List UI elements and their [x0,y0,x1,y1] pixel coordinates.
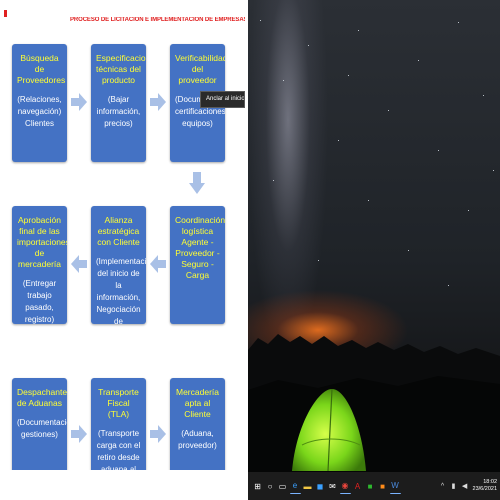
mountain-silhouette [248,334,500,472]
arrow-left-icon [150,255,166,273]
card-title: Alianza estratégica con Cliente [97,215,140,247]
app-green-icon[interactable]: ■ [365,479,376,493]
document-bottom-area [0,470,248,500]
card-transporte-fiscal[interactable]: Transporte Fiscal (TLA) (Transporte carg… [91,378,146,470]
file-explorer-icon[interactable]: ▬ [302,479,313,493]
card-title: Mercadería apta al Cliente [176,387,219,419]
system-tray: ^ ▮ ◀ 18:02 23/6/2021 [436,472,500,500]
store-icon[interactable]: ◼ [315,479,326,493]
arrow-right-icon [150,93,166,111]
card-title: Transporte Fiscal (TLA) [98,387,139,419]
arrow-left-icon [71,255,87,273]
taskbar-icons: ⊞ ○ ▭ e ▬ ◼ ✉ ◉ A ■ ■ W [252,479,402,494]
arrow-right-icon [150,425,166,443]
chevron-up-icon[interactable]: ^ [439,481,447,491]
card-mercaderia-apta[interactable]: Mercadería apta al Cliente (Aduana, prov… [170,378,225,470]
chrome-icon[interactable]: ◉ [339,479,351,494]
card-aprobacion-final[interactable]: Aprobación final de las importaciones de… [12,206,67,324]
tray-icons: ^ ▮ ◀ [436,481,469,491]
mail-icon[interactable]: ✉ [327,479,338,493]
card-body: (Transporte carga con el retiro desde ad… [96,429,141,470]
desktop-wallpaper [248,0,500,472]
card-busqueda-proveedores[interactable]: Búsqueda de Proveedores (Relaciones, nav… [12,44,67,162]
network-icon[interactable]: ▮ [450,481,458,491]
card-especificaciones-tecnicas[interactable]: Especificaciones técnicas del producto (… [91,44,146,162]
task-view-icon[interactable]: ▭ [277,479,288,493]
card-title: Despachante de Aduanas [17,387,67,408]
start-icon[interactable]: ⊞ [252,479,263,493]
tent-image [292,388,366,472]
clock-date: 23/6/2021 [472,486,497,492]
card-coordinacion-logistica[interactable]: Coordinación logística Agente - Proveedo… [170,206,225,324]
search-icon[interactable]: ○ [265,479,276,493]
edge-icon[interactable]: e [289,479,301,494]
card-title: Coordinación logística Agente - Proveedo… [175,215,225,280]
card-despachante-aduanas[interactable]: Despachante de Aduanas (Documentaciones,… [12,378,67,470]
card-body: (Bajar información, precios) [96,95,141,128]
card-body: (Entregar trabajo pasado, registro) [22,279,57,324]
document-title: PROCESO DE LICITACIÓN E IMPLEMENTACIÓN D… [70,17,245,23]
arrow-right-icon [71,93,87,111]
card-title: Verificabilidad del proveedor [175,53,225,85]
arrow-down-icon [189,172,205,194]
card-title: Especificaciones técnicas del producto [96,53,146,85]
card-body: (Documentaciones, gestiones) [17,418,67,439]
card-title: Aprobación final de las importaciones de… [17,215,67,269]
clock-time: 18:02 [483,479,497,485]
taskbar: ⊞ ○ ▭ e ▬ ◼ ✉ ◉ A ■ ■ W ^ ▮ ◀ 18:02 23/6/2021 [248,472,500,500]
volume-icon[interactable]: ◀ [461,481,469,491]
card-alianza-estrategica[interactable]: Alianza estratégica con Cliente (Impleme… [91,206,146,324]
tooltip: Anclar al inicio [200,91,245,108]
document-page: PROCESO DE LICITACIÓN E IMPLEMENTACIÓN D… [0,0,248,470]
screen: PROCESO DE LICITACIÓN E IMPLEMENTACIÓN D… [0,0,500,500]
arrow-right-icon [71,425,87,443]
acrobat-icon[interactable]: A [352,479,363,493]
word-icon[interactable]: W [389,479,401,494]
card-body: (Implementación del inicio de la informa… [96,257,146,324]
red-marker [4,10,7,17]
card-body: (Relaciones, navegación) Clientes [17,95,62,128]
card-title: Búsqueda de Proveedores [17,53,66,85]
app-orange-icon[interactable]: ■ [377,479,388,493]
clock[interactable]: 18:02 23/6/2021 [473,479,497,493]
card-body: (Aduana, proveedor) [178,429,217,450]
